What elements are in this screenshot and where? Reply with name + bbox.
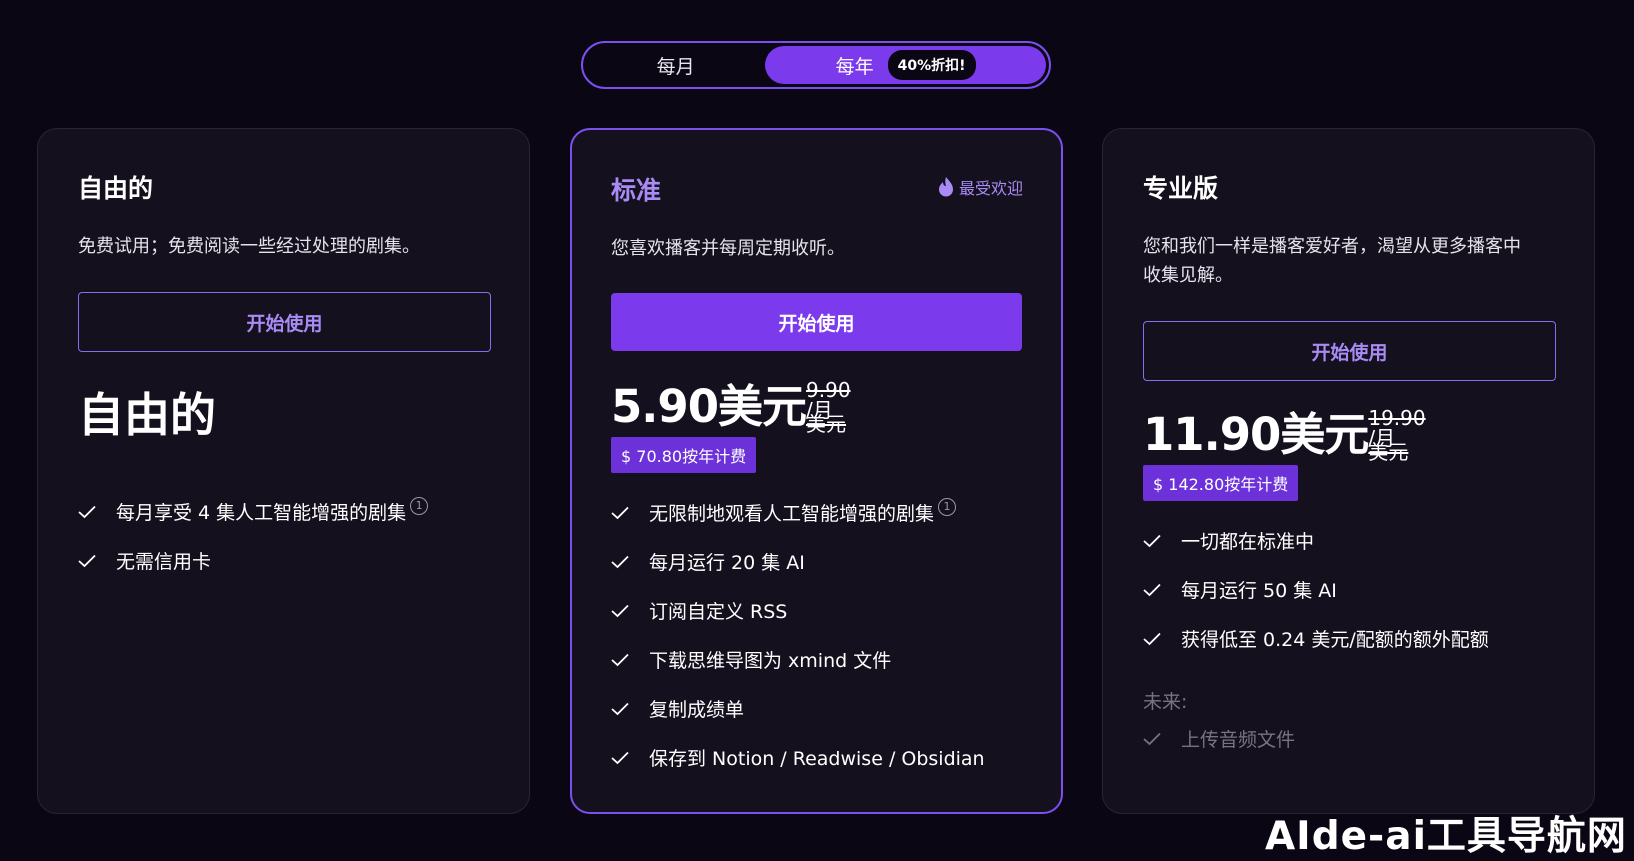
feature-text: 保存到 Notion / Readwise / Obsidian [649, 748, 985, 770]
info-icon[interactable]: 1 [938, 497, 957, 516]
feature-text: 订阅自定义 RSS [649, 601, 788, 623]
most-popular-label: 最受欢迎 [958, 179, 1023, 198]
feature-list: 每月享受 4 集人工智能增强的剧集 1 无需信用卡 [78, 487, 498, 585]
get-started-label: 开始使用 [778, 312, 855, 335]
future-label: 未来: [1143, 691, 1188, 713]
toggle-monthly-label: 每月 [656, 55, 695, 78]
feature-text: 获得低至 0.24 美元/配额的额外配额 [1181, 629, 1489, 651]
check-icon [611, 653, 649, 667]
discount-badge: 40%折扣! [887, 50, 976, 80]
get-started-button-free[interactable]: 开始使用 [78, 292, 491, 352]
feature-item: 一切都在标准中 [1143, 516, 1573, 565]
billed-yearly-badge: $ 70.80按年计费 [611, 437, 757, 473]
feature-text: 无需信用卡 [116, 551, 212, 573]
check-icon [611, 604, 649, 618]
feature-text: 每月享受 4 集人工智能增强的剧集 [116, 502, 407, 524]
watermark: AIde-ai工具导航网 [1265, 814, 1627, 859]
billing-toggle[interactable]: 每月 每年 40%折扣! [581, 41, 1051, 89]
price-side: 19.90 /月 美元 [1368, 408, 1428, 462]
plan-description: 您喜欢播客并每周定期收听。 [611, 238, 845, 259]
feature-list: 一切都在标准中 每月运行 50 集 AI 获得低至 0.24 美元/配额的额外配… [1143, 516, 1573, 663]
feature-text: 一切都在标准中 [1181, 531, 1315, 553]
flame-icon [938, 177, 953, 197]
feature-item: 每月运行 20 集 AI [611, 537, 1031, 586]
check-icon [1143, 583, 1181, 597]
info-icon[interactable]: 1 [410, 496, 429, 515]
feature-item: 无需信用卡 [78, 536, 498, 585]
future-feature-list: 上传音频文件 [1143, 714, 1573, 763]
check-icon [611, 555, 649, 569]
feature-text: 下载思维导图为 xmind 文件 [649, 650, 892, 672]
plan-card-free: 自由的 免费试用；免费阅读一些经过处理的剧集。 开始使用 自由的 每月享受 4 … [37, 128, 530, 814]
plan-description: 免费试用；免费阅读一些经过处理的剧集。 [78, 236, 420, 257]
feature-item: 订阅自定义 RSS [611, 586, 1031, 635]
get-started-button-standard[interactable]: 开始使用 [611, 293, 1022, 351]
most-popular-badge: 最受欢迎 [937, 175, 1023, 199]
feature-item: 每月享受 4 集人工智能增强的剧集 1 [78, 487, 498, 536]
feature-list: 无限制地观看人工智能增强的剧集 1 每月运行 20 集 AI 订阅自定义 RSS… [611, 488, 1031, 782]
feature-text: 无限制地观看人工智能增强的剧集 [649, 503, 935, 525]
toggle-monthly-option[interactable]: 每月 [586, 46, 765, 84]
old-price-unit: 美元 [1368, 440, 1409, 464]
toggle-yearly-label: 每年 [835, 55, 874, 78]
feature-item: 获得低至 0.24 美元/配额的额外配额 [1143, 614, 1573, 663]
feature-item: 复制成绩单 [611, 684, 1031, 733]
plan-card-pro: 专业版 您和我们一样是播客爱好者，渴望从更多播客中 收集见解。 开始使用 11.… [1102, 128, 1595, 814]
feature-item: 下载思维导图为 xmind 文件 [611, 635, 1031, 684]
price-block: 11.90美元 19.90 /月 美元 [1143, 408, 1428, 462]
feature-text: 复制成绩单 [649, 699, 745, 721]
plan-price: 5.90美元 [611, 380, 807, 433]
check-icon [78, 505, 116, 519]
feature-text: 每月运行 50 集 AI [1181, 580, 1337, 602]
plan-description-line: 收集见解。 [1143, 265, 1233, 286]
plan-title: 专业版 [1143, 174, 1219, 203]
feature-text: 上传音频文件 [1181, 729, 1296, 751]
plan-description-line: 您和我们一样是播客爱好者，渴望从更多播客中 [1143, 236, 1521, 257]
old-price-unit: 美元 [806, 412, 847, 436]
plan-title: 标准 [611, 176, 662, 205]
check-icon [1143, 732, 1181, 746]
check-icon [1143, 534, 1181, 548]
price-side: 9.90 /月 美元 [806, 380, 866, 434]
plan-price-free: 自由的 [78, 388, 216, 442]
check-icon [611, 702, 649, 716]
get-started-label: 开始使用 [246, 312, 323, 335]
feature-item: 上传音频文件 [1143, 714, 1573, 763]
toggle-yearly-option[interactable]: 每年 40%折扣! [765, 46, 1046, 84]
feature-item: 无限制地观看人工智能增强的剧集 1 [611, 488, 1031, 537]
get-started-label: 开始使用 [1311, 341, 1388, 364]
check-icon [611, 751, 649, 765]
check-icon [1143, 632, 1181, 646]
feature-item: 每月运行 50 集 AI [1143, 565, 1573, 614]
plan-title: 自由的 [78, 174, 154, 203]
feature-item: 保存到 Notion / Readwise / Obsidian [611, 733, 1031, 782]
get-started-button-pro[interactable]: 开始使用 [1143, 321, 1556, 381]
check-icon [78, 554, 116, 568]
feature-text: 每月运行 20 集 AI [649, 552, 805, 574]
plan-card-standard: 标准 最受欢迎 您喜欢播客并每周定期收听。 开始使用 5.90美元 9.90 /… [570, 128, 1063, 814]
check-icon [611, 506, 649, 520]
plan-price: 11.90美元 [1143, 408, 1369, 461]
price-block: 5.90美元 9.90 /月 美元 [611, 380, 866, 434]
plan-description: 您和我们一样是播客爱好者，渴望从更多播客中 收集见解。 [1143, 232, 1563, 290]
billed-yearly-badge: $ 142.80按年计费 [1143, 465, 1299, 501]
